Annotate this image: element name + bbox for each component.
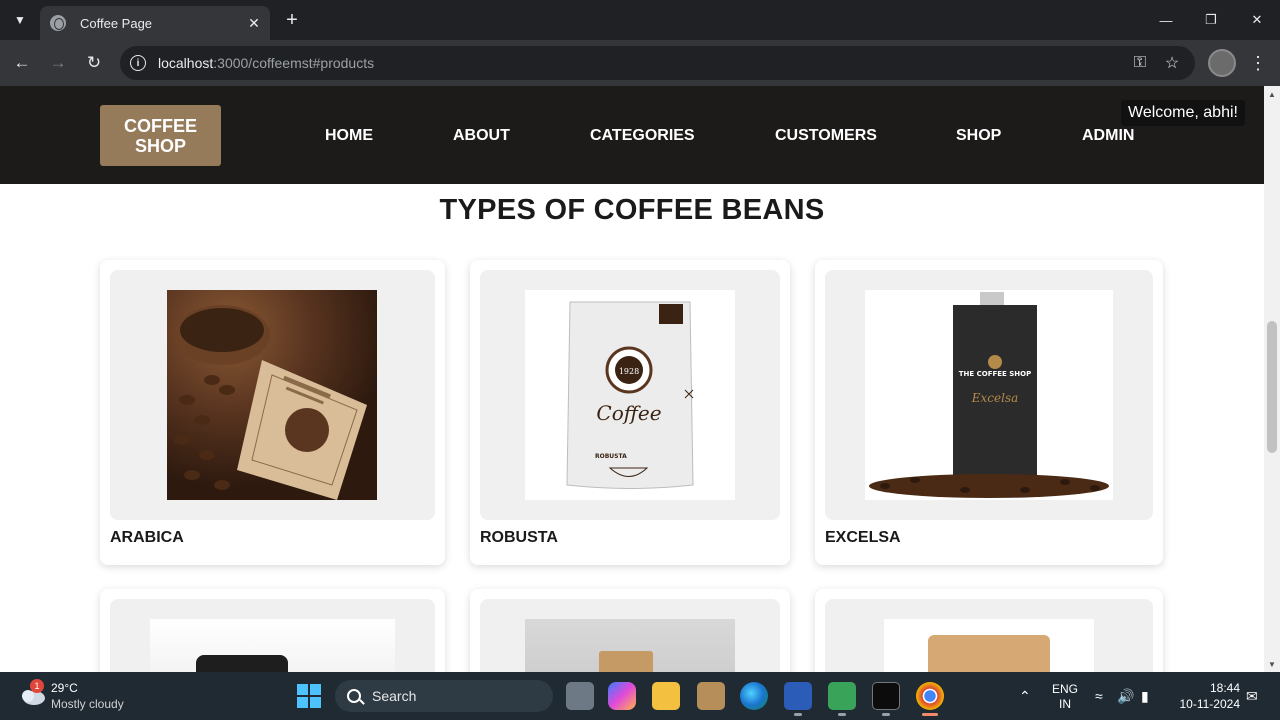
- product-name: EXCELSA: [825, 529, 901, 546]
- product-name: ARABICA: [110, 529, 184, 546]
- volume-icon[interactable]: 🔊: [1117, 688, 1134, 705]
- product-card-excelsa[interactable]: THE COFFEE SHOP Excelsa EXCELSA: [815, 260, 1163, 565]
- nav-home[interactable]: HOME: [325, 127, 373, 145]
- reload-icon[interactable]: ↻: [82, 51, 106, 75]
- chevron-up-icon[interactable]: ⌃: [1019, 688, 1031, 705]
- clock-date[interactable]: 10-11-2024: [1168, 697, 1241, 711]
- site-header: COFFEE SHOP HOME ABOUT CATEGORIES CUSTOM…: [0, 86, 1264, 184]
- excelsa-bag-word: Excelsa: [971, 391, 1019, 405]
- product-name: ROBUSTA: [480, 529, 558, 546]
- file-explorer-icon[interactable]: [652, 682, 680, 710]
- task-view-icon[interactable]: [566, 682, 594, 710]
- minimize-icon[interactable]: —: [1154, 8, 1178, 32]
- browser-tab[interactable]: Coffee Page ✕: [40, 6, 270, 40]
- product-image: [525, 619, 735, 672]
- weather-badge: 1: [30, 679, 44, 693]
- product-image: [150, 619, 395, 672]
- weather-description[interactable]: Mostly cloudy: [51, 697, 124, 711]
- app-package-icon[interactable]: [697, 682, 725, 710]
- product-image-frame: [110, 599, 435, 672]
- notepad-app-icon[interactable]: [828, 682, 856, 710]
- product-card[interactable]: [100, 589, 445, 672]
- key-icon[interactable]: ⚿: [1130, 53, 1150, 73]
- windows-start-icon[interactable]: [297, 684, 321, 708]
- scroll-down-arrow-icon[interactable]: ▼: [1267, 659, 1277, 669]
- restore-icon[interactable]: ❐: [1199, 8, 1223, 32]
- bookmark-star-icon[interactable]: ☆: [1162, 53, 1182, 73]
- tab-title: Coffee Page: [80, 15, 153, 31]
- product-image-frame: [480, 599, 780, 672]
- search-icon: [347, 689, 361, 703]
- running-indicator: [794, 713, 802, 716]
- close-tab-icon[interactable]: ✕: [244, 13, 264, 33]
- more-menu-icon[interactable]: ⋮: [1248, 51, 1268, 75]
- page-scrollbar[interactable]: ▲ ▼: [1264, 86, 1280, 672]
- robusta-bag-word: Coffee: [596, 401, 661, 425]
- product-image-frame: 1928 Coffee ROBUSTA: [480, 270, 780, 520]
- product-image: [884, 619, 1094, 672]
- copilot-icon[interactable]: [608, 682, 636, 710]
- product-card-arabica[interactable]: ARABICA: [100, 260, 445, 565]
- forward-arrow-icon[interactable]: →: [46, 51, 70, 75]
- chrome-icon[interactable]: [916, 682, 944, 710]
- site-logo[interactable]: COFFEE SHOP: [100, 105, 221, 166]
- robusta-bag-variety: ROBUSTA: [595, 453, 627, 460]
- window-close-icon[interactable]: ✕: [1245, 8, 1269, 32]
- nav-admin[interactable]: ADMIN: [1082, 127, 1134, 145]
- product-image-frame: [825, 599, 1153, 672]
- search-label: Search: [372, 688, 417, 704]
- product-image-frame: THE COFFEE SHOP Excelsa: [825, 270, 1153, 520]
- product-card-robusta[interactable]: 1928 Coffee ROBUSTA ROBUSTA: [470, 260, 790, 565]
- tab-search-chevron-icon[interactable]: ▼: [8, 8, 32, 32]
- site-info-icon[interactable]: i: [130, 55, 146, 71]
- logo-line-2: SHOP: [134, 135, 186, 156]
- edge-browser-icon[interactable]: [740, 682, 768, 710]
- browser-tab-bar: ▼ Coffee Page ✕ + — ❐ ✕: [0, 0, 1280, 40]
- language-region[interactable]: IN: [1050, 697, 1080, 711]
- notification-icon[interactable]: ✉: [1246, 688, 1258, 705]
- windows-taskbar: 1 29°C Mostly cloudy Search ⌃ ENG IN ≈ 🔊…: [0, 672, 1280, 720]
- product-card[interactable]: [470, 589, 790, 672]
- profile-avatar[interactable]: [1208, 49, 1236, 77]
- robusta-image: 1928 Coffee ROBUSTA: [525, 290, 735, 500]
- scroll-up-arrow-icon[interactable]: ▲: [1267, 89, 1277, 99]
- excelsa-bag-brand: THE COFFEE SHOP: [959, 370, 1032, 378]
- page-title: TYPES OF COFFEE BEANS: [439, 194, 825, 226]
- back-arrow-icon[interactable]: ←: [10, 51, 34, 75]
- taskbar-search[interactable]: Search: [335, 680, 553, 712]
- globe-icon: [50, 15, 66, 31]
- product-image-frame: [110, 270, 435, 520]
- weather-temperature[interactable]: 29°C: [51, 681, 78, 695]
- product-card[interactable]: [815, 589, 1163, 672]
- running-indicator: [838, 713, 846, 716]
- excelsa-image: THE COFFEE SHOP Excelsa: [865, 290, 1113, 500]
- address-bar[interactable]: i localhost:3000/coffeemst#products ⚿ ☆: [120, 46, 1195, 80]
- terminal-icon[interactable]: [872, 682, 900, 710]
- page-viewport: COFFEE SHOP HOME ABOUT CATEGORIES CUSTOM…: [0, 86, 1264, 672]
- nav-customers[interactable]: CUSTOMERS: [775, 127, 877, 145]
- new-tab-button[interactable]: +: [280, 8, 304, 32]
- language-code[interactable]: ENG: [1050, 682, 1080, 696]
- robusta-bag-brand: 1928: [619, 367, 639, 376]
- word-icon[interactable]: [784, 682, 812, 710]
- clock-time[interactable]: 18:44: [1196, 681, 1240, 695]
- url-text[interactable]: localhost:3000/coffeemst#products: [158, 55, 374, 71]
- nav-categories[interactable]: CATEGORIES: [590, 127, 695, 145]
- browser-toolbar: ← → ↻ i localhost:3000/coffeemst#product…: [0, 40, 1280, 86]
- wifi-icon[interactable]: ≈: [1095, 688, 1103, 704]
- nav-shop[interactable]: SHOP: [956, 127, 1001, 145]
- arabica-image: [167, 290, 377, 500]
- welcome-message: Welcome, abhi!: [1121, 100, 1245, 126]
- logo-line-1: COFFEE: [123, 115, 197, 136]
- battery-icon[interactable]: ▮: [1141, 688, 1149, 705]
- running-indicator: [882, 713, 890, 716]
- nav-about[interactable]: ABOUT: [453, 127, 510, 145]
- scrollbar-thumb[interactable]: [1267, 321, 1277, 453]
- active-app-indicator: [922, 713, 938, 716]
